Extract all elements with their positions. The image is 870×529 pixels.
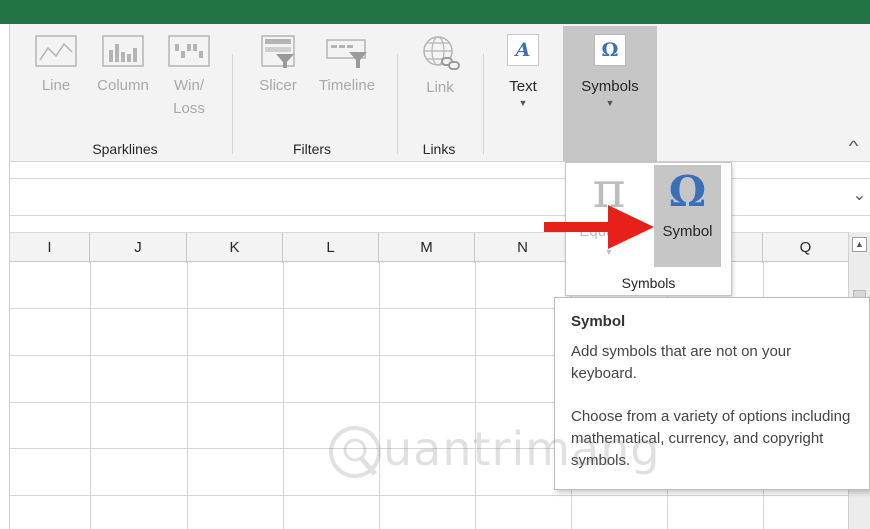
symbols-dropdown-caret-icon: ▼ — [605, 98, 615, 108]
collapse-ribbon-icon[interactable]: ^ — [849, 138, 859, 155]
ribbon-separator — [397, 54, 398, 154]
sparkline-winloss-button[interactable]: Win/ Loss — [163, 34, 215, 120]
omega-icon: Ω — [594, 34, 626, 66]
link-label: Link — [426, 79, 454, 96]
sparkline-line-button[interactable]: Line — [30, 34, 82, 97]
slicer-label: Slicer — [259, 77, 297, 94]
column-header-k[interactable]: K — [187, 233, 283, 263]
text-button[interactable]: A Text ▼ — [496, 34, 550, 108]
link-button[interactable]: Link — [411, 34, 469, 99]
column-header-l[interactable]: L — [283, 233, 379, 263]
ribbon-separator — [483, 54, 484, 154]
link-globe-icon — [423, 36, 460, 70]
symbol-label: Symbol — [662, 223, 713, 240]
symbols-button[interactable]: Ω Symbols ▼ — [563, 26, 657, 162]
symbol-tooltip: Symbol Add symbols that are not on your … — [554, 297, 870, 490]
text-dropdown-caret-icon: ▼ — [518, 98, 528, 108]
symbols-group-label: Symbols — [621, 275, 676, 291]
window-left-border — [0, 24, 10, 529]
expand-formula-bar-icon[interactable]: ⌄ — [853, 185, 866, 205]
ribbon: Line Column Win/ Loss Sparklines Slicer … — [0, 24, 870, 162]
timeline-button[interactable]: Timeline — [310, 34, 384, 97]
text-icon: A — [507, 34, 539, 66]
slicer-icon — [261, 35, 295, 68]
line-sparkline-icon — [35, 35, 77, 67]
filters-group-label: Filters — [292, 141, 332, 157]
tooltip-text-2: Choose from a variety of options includi… — [571, 408, 851, 469]
links-group-label: Links — [422, 141, 456, 157]
scroll-up-icon[interactable]: ▲ — [852, 237, 867, 252]
red-arrow-icon — [544, 205, 654, 249]
omega-large-icon: Ω — [668, 167, 707, 216]
winloss-sparkline-icon — [168, 35, 210, 67]
symbols-label: Symbols — [581, 78, 639, 95]
sparkline-column-button[interactable]: Column — [89, 34, 157, 97]
title-bar — [0, 0, 870, 24]
column-header-m[interactable]: M — [379, 233, 475, 263]
tooltip-title: Symbol — [571, 313, 626, 330]
timeline-icon — [326, 39, 367, 68]
formula-bar[interactable]: ⌄ — [10, 178, 870, 216]
column-sparkline-icon — [102, 35, 144, 67]
sparkline-column-label: Column — [97, 77, 149, 94]
sparklines-group-label: Sparklines — [92, 141, 158, 157]
sparkline-winloss-label-1: Win/ — [174, 77, 204, 94]
column-header-q[interactable]: Q — [763, 233, 848, 263]
sparkline-line-label: Line — [41, 77, 71, 94]
sparkline-winloss-label-2: Loss — [173, 100, 205, 117]
slicer-button[interactable]: Slicer — [250, 34, 306, 97]
timeline-label: Timeline — [318, 77, 376, 94]
tooltip-text-1: Add symbols that are not on your keyboar… — [571, 343, 792, 382]
symbol-button[interactable]: Ω Symbol — [654, 165, 721, 267]
ribbon-separator — [232, 54, 233, 154]
text-label: Text — [509, 78, 537, 95]
column-header-j[interactable]: J — [90, 233, 187, 263]
column-header-i[interactable]: I — [10, 233, 90, 263]
